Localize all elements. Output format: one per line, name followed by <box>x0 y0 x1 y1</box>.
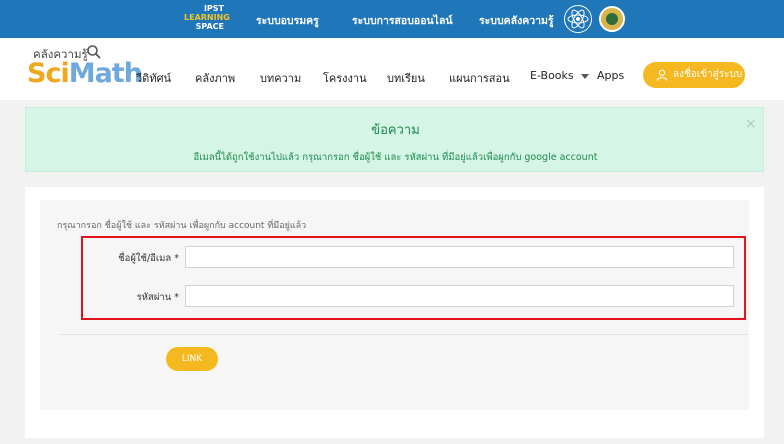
nav-item-ebooks[interactable]: E-Books <box>530 69 589 82</box>
chevron-down-icon <box>580 73 589 79</box>
ipst-learning-space-logo[interactable]: IPST LEARNING SPACE <box>184 4 230 31</box>
logo-line-3: SPACE <box>195 22 224 31</box>
nav-item-ebooks-label: E-Books <box>530 69 574 82</box>
logo-line-1: IPST <box>203 4 224 13</box>
nav-item-projects[interactable]: โครงงาน <box>323 69 367 87</box>
user-icon <box>656 69 668 81</box>
main-nav: คลังความรู้ SciMath วีดิทัศน์ คลังภาพ บท… <box>0 38 784 100</box>
knowledge-system-link[interactable]: ระบบคลังความรู้ <box>479 12 554 29</box>
username-label: ชื่อผู้ใช้/อีเมล * <box>118 253 179 264</box>
brand-math: Math <box>68 58 143 89</box>
brand-name: SciMath <box>27 58 143 89</box>
login-button[interactable]: ลงชื่อเข้าสู่ระบบ <box>643 62 745 88</box>
nav-item-lesson-plans[interactable]: แผนการสอน <box>449 69 510 87</box>
password-label: รหัสผ่าน * <box>136 292 179 303</box>
form-divider <box>58 334 748 335</box>
nav-item-apps[interactable]: Apps <box>597 69 624 82</box>
alert-message: ข้อความ อีเมลนี้ได้ถูกใช้งานไปแล้ว กรุณา… <box>25 107 764 172</box>
close-icon[interactable]: × <box>745 116 757 132</box>
login-button-label: ลงชื่อเข้าสู่ระบบ <box>673 69 743 80</box>
link-button[interactable]: LINK <box>166 347 218 371</box>
top-bar: IPST LEARNING SPACE ระบบอบรมครู ระบบการส… <box>0 0 784 38</box>
alert-text: อีเมลนี้ได้ถูกใช้งานไปแล้ว กรุณากรอก ชื่… <box>193 152 598 163</box>
nav-item-gallery[interactable]: คลังภาพ <box>195 69 235 87</box>
form-instruction: กรุณากรอก ชื่อผู้ใช้ และ รหัสผ่าน เพื่อผ… <box>57 221 307 231</box>
logo-line-2: LEARNING <box>184 13 230 22</box>
nav-item-articles[interactable]: บทความ <box>260 69 301 87</box>
atom-emblem-icon[interactable] <box>564 5 592 33</box>
online-exam-link[interactable]: ระบบการสอบออนไลน์ <box>352 12 453 29</box>
nav-item-video[interactable]: วีดิทัศน์ <box>136 69 171 87</box>
institute-seal-icon[interactable] <box>599 6 625 32</box>
nav-item-lessons[interactable]: บทเรียน <box>387 69 425 87</box>
password-input[interactable] <box>185 285 734 307</box>
username-input[interactable] <box>185 246 734 268</box>
brand-sci: Sci <box>27 58 70 89</box>
alert-title: ข้อความ <box>371 123 420 138</box>
teacher-training-link[interactable]: ระบบอบรมครู <box>256 12 319 29</box>
